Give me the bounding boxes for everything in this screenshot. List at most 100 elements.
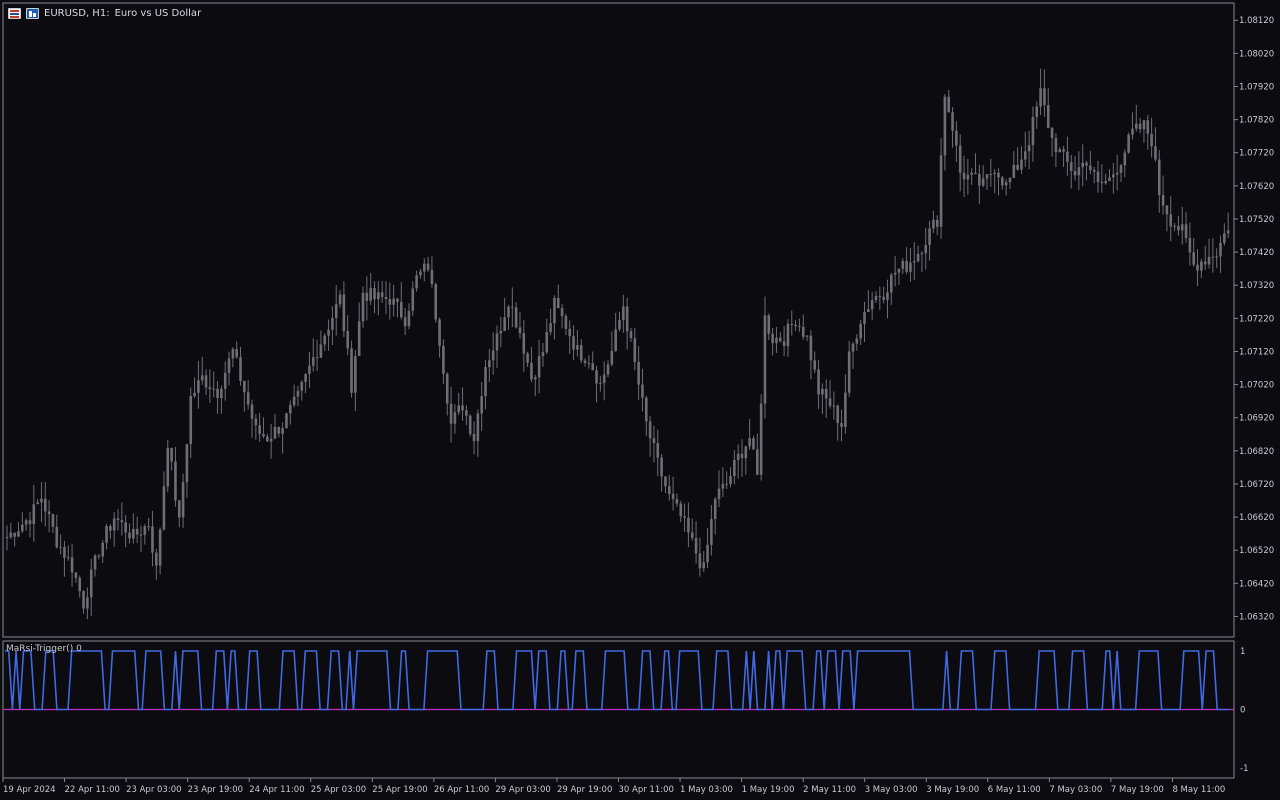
indicator-level-label: 0 [1240, 706, 1245, 716]
candle-body [775, 337, 778, 344]
candle-body [836, 405, 840, 424]
candle-body [1192, 252, 1196, 265]
chart-canvas[interactable]: 1.08120 1.08020 1.07920 1.07820 1.07720 1.076… [0, 0, 1280, 800]
candle-body [867, 309, 870, 312]
candle-body [327, 329, 330, 336]
candle-body [721, 483, 725, 489]
candle-body [993, 172, 996, 175]
candle-body [1023, 151, 1027, 160]
candle-body [932, 219, 935, 229]
candle-body [243, 380, 246, 393]
candle-body [235, 349, 238, 358]
candle-body [59, 546, 62, 548]
candle-body [154, 552, 158, 566]
candle-body [66, 557, 70, 559]
candle-body [782, 341, 786, 347]
candle-body [1173, 225, 1176, 227]
candle-body [832, 405, 836, 407]
time-axis[interactable]: 19 Apr 2024 22 Apr 11:00 23 Apr 03:00 23 Ap… [2, 778, 1225, 795]
price-tick-label: 1.07520 [1239, 215, 1274, 225]
time-tick-label: 7 May 03:00 [1049, 785, 1102, 795]
candle-body [579, 345, 583, 361]
time-tick-label: 3 May 03:00 [865, 785, 918, 795]
candle-body [422, 263, 426, 272]
candle-body [817, 369, 820, 395]
candle-body [36, 502, 39, 505]
candle-body [472, 433, 476, 442]
candle-body [47, 511, 51, 515]
price-tick-label: 1.07820 [1239, 116, 1274, 126]
candle-body [484, 367, 487, 397]
candle-body [1081, 162, 1085, 168]
candle-body [1161, 195, 1165, 206]
candle-body [587, 363, 591, 365]
candle-body [151, 526, 154, 553]
price-axis[interactable]: 1.08120 1.08020 1.07920 1.07820 1.07720 1.076… [1234, 16, 1274, 622]
candle-body [652, 438, 656, 444]
time-tick-label: 23 Apr 03:00 [126, 785, 181, 795]
candle-body [426, 263, 430, 270]
candle-body [40, 498, 43, 503]
candle-body [109, 526, 112, 531]
candle-body [74, 572, 78, 578]
candle-body [246, 392, 250, 405]
price-tick-label: 1.07920 [1239, 82, 1274, 92]
candle-body [135, 528, 139, 535]
candle-body [981, 178, 985, 186]
candle-body [449, 403, 453, 424]
main-plot-area[interactable] [2, 2, 1235, 638]
price-chart-icon[interactable] [8, 7, 21, 19]
candle-body [480, 396, 483, 414]
candle-body [158, 529, 162, 566]
candle-body [717, 488, 721, 499]
candle-body [675, 499, 679, 504]
candle-body [920, 253, 924, 255]
candle-body [51, 514, 55, 527]
candle-body [24, 520, 28, 525]
candle-body [13, 532, 16, 537]
one-click-trading-icon[interactable] [26, 7, 39, 19]
candle-body [863, 311, 866, 324]
candle-body [491, 350, 495, 361]
candle-body [1219, 242, 1222, 257]
candle-body [1134, 123, 1138, 129]
chart-title-bar: EURUSD, H1: Euro vs US Dollar [8, 5, 201, 21]
candle-body [648, 421, 652, 439]
candle-body [78, 577, 82, 592]
candle-body [1066, 151, 1069, 162]
candle-body [610, 350, 614, 365]
candle-body [809, 335, 813, 361]
candle-body [342, 294, 346, 332]
candle-body [231, 349, 235, 359]
candle-body [687, 517, 690, 533]
candle-body [916, 253, 920, 262]
candle-body [396, 298, 399, 302]
candle-body [564, 316, 568, 329]
price-tick-label: 1.08120 [1239, 16, 1274, 26]
candle-body [1046, 105, 1050, 128]
candle-body [1100, 181, 1104, 184]
candle-body [1062, 149, 1065, 152]
candle-body [1188, 238, 1192, 253]
candle-body [266, 436, 269, 442]
price-tick-label: 1.06420 [1239, 579, 1274, 589]
candle-body [545, 332, 549, 353]
candle-body [1184, 224, 1188, 239]
candle-body [200, 375, 204, 381]
candle-body [606, 364, 610, 375]
candle-body [882, 296, 885, 300]
candle-body [288, 405, 292, 414]
price-tick-label: 1.07720 [1239, 149, 1274, 159]
candle-body [354, 355, 357, 393]
candle-body [1223, 233, 1226, 243]
chart-description: Euro vs US Dollar [114, 7, 202, 19]
indicator-level-label: -1 [1240, 764, 1248, 774]
candle-body [212, 388, 216, 390]
price-tick-label: 1.07620 [1239, 182, 1274, 192]
time-tick-label: 26 Apr 11:00 [434, 785, 489, 795]
candle-body [625, 306, 629, 332]
candle-body [572, 336, 575, 350]
candle-body [958, 145, 962, 173]
candle-body [759, 403, 763, 475]
time-tick-label: 29 Apr 19:00 [557, 785, 612, 795]
